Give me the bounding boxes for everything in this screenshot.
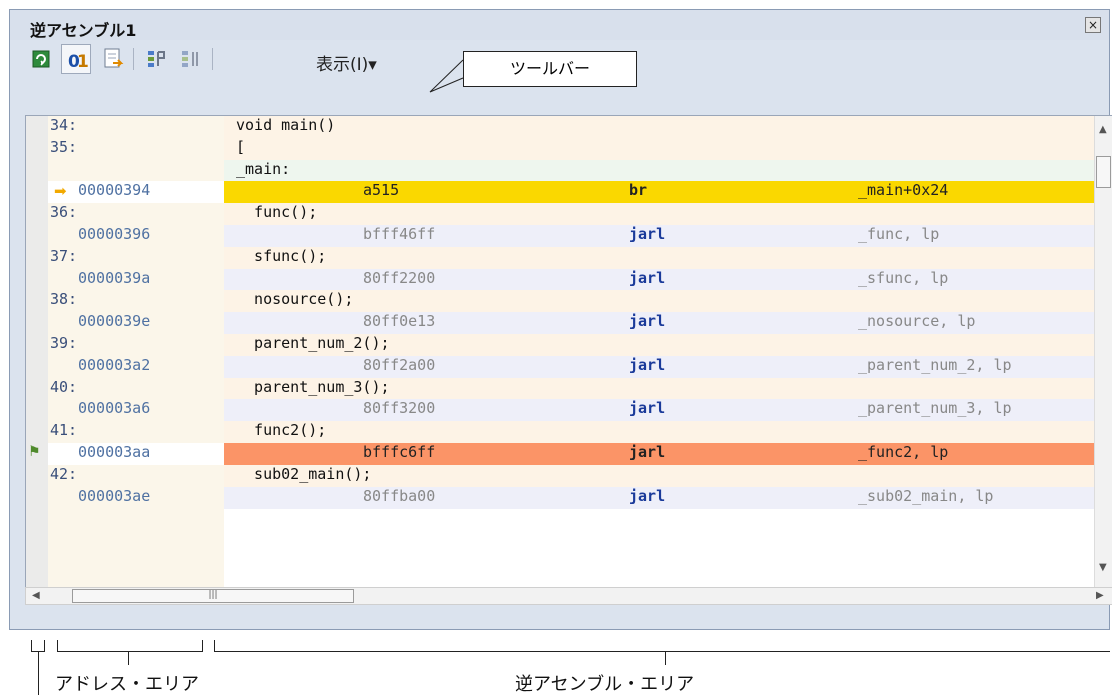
bracket-line <box>128 651 129 665</box>
opcode: bfffc6ff <box>363 443 436 461</box>
line-number: 38: <box>50 290 78 309</box>
source-text: void main() <box>236 116 336 134</box>
row-background <box>224 421 1094 444</box>
line-number: 41: <box>50 421 78 440</box>
bracket-line <box>57 651 203 652</box>
source-row[interactable]: 42: sub02_main(); <box>26 464 1094 487</box>
opcode: 80ff3200 <box>363 399 436 418</box>
source-row[interactable]: 35: [ <box>26 137 1094 160</box>
address: 000003aa <box>78 443 151 461</box>
disassembly-area-label: 逆アセンブル・エリア <box>515 674 695 695</box>
row-background <box>224 246 1094 269</box>
label-row[interactable]: _main: <box>26 159 1094 182</box>
current-pc-arrow-icon: ➡ <box>54 182 67 201</box>
instruction-row[interactable]: 0000039e 80ff0e13 jarl _nosource, lp <box>26 312 1094 335</box>
address: 00000394 <box>78 181 151 200</box>
operand: _sfunc, lp <box>858 268 949 287</box>
scroll-right-arrow-icon[interactable]: ▶ <box>1096 590 1104 601</box>
scroll-left-arrow-icon[interactable]: ◀ <box>32 590 40 601</box>
line-number: 37: <box>50 246 78 265</box>
address: 00000396 <box>78 225 151 243</box>
address: 000003a6 <box>78 399 151 418</box>
mnemonic: jarl <box>629 312 666 331</box>
bracket-line <box>665 651 666 665</box>
vertical-scroll-thumb[interactable] <box>1096 156 1111 188</box>
line-number: 34: <box>50 116 78 134</box>
address: 0000039e <box>78 312 151 331</box>
row-background <box>224 181 1094 204</box>
bracket-line <box>202 640 203 652</box>
operand: _main+0x24 <box>858 181 949 200</box>
scroll-up-arrow-icon[interactable]: ▲ <box>1099 124 1107 135</box>
source-row[interactable]: 41: func2(); <box>26 421 1094 444</box>
bracket-line <box>44 640 45 652</box>
source-row[interactable]: 40: parent_num_3(); <box>26 377 1094 400</box>
row-background <box>224 159 1094 182</box>
instruction-row[interactable]: 00000396 bfff46ff jarl _func, lp <box>26 225 1094 247</box>
bracket-line <box>214 651 1110 652</box>
symbol-label: _main: <box>236 159 291 178</box>
source-row[interactable]: 37: sfunc(); <box>26 246 1094 269</box>
breakpoint-icon[interactable]: ⚑ <box>28 444 41 460</box>
line-number: 35: <box>50 137 78 156</box>
mnemonic: jarl <box>629 225 666 243</box>
opcode: bfff46ff <box>363 225 436 243</box>
opcode: a515 <box>363 181 400 200</box>
operand: _sub02_main, lp <box>858 486 994 505</box>
source-row[interactable]: 38: nosource(); <box>26 290 1094 313</box>
source-text: nosource(); <box>236 290 354 309</box>
disassembly-view[interactable]: 34: void main() 35: [ _main: 00000394 a515 br _m… <box>25 115 1112 597</box>
vertical-scrollbar[interactable]: ▲ ▼ <box>1094 116 1112 596</box>
line-number: 40: <box>50 377 78 396</box>
instruction-row[interactable]: 000003aa bfffc6ff jarl _func2, lp ⚑ <box>26 443 1094 465</box>
opcode: 80ff2a00 <box>363 355 436 374</box>
source-text: func(); <box>236 203 318 222</box>
source-row[interactable]: 34: void main() <box>26 116 1094 138</box>
row-background <box>224 203 1094 226</box>
source-row[interactable]: 36: func(); <box>26 203 1094 226</box>
source-text: sfunc(); <box>236 246 327 265</box>
source-text: sub02_main(); <box>236 464 372 483</box>
mnemonic: jarl <box>629 399 666 418</box>
opcode: 80ffba00 <box>363 486 436 505</box>
row-background <box>224 290 1094 313</box>
source-text: parent_num_2(); <box>236 334 390 352</box>
toolbar-callout: ツールバー <box>463 51 637 87</box>
operand: _parent_num_3, lp <box>858 399 1012 418</box>
address: 000003ae <box>78 486 151 505</box>
mnemonic: jarl <box>629 268 666 287</box>
address: 000003a2 <box>78 355 151 374</box>
instruction-row[interactable]: 000003a6 80ff3200 jarl _parent_num_3, lp <box>26 399 1094 422</box>
operand: _func2, lp <box>858 443 949 461</box>
line-number: 42: <box>50 464 78 483</box>
instruction-row[interactable]: 00000394 a515 br _main+0x24 ➡ <box>26 181 1094 204</box>
mnemonic: jarl <box>629 355 666 374</box>
disassemble-panel: 逆アセンブル1 × 0 1 表示(I)▾ ツールバー 34: void main… <box>9 9 1112 630</box>
operand: _func, lp <box>858 225 940 243</box>
operand: _parent_num_2, lp <box>858 355 1012 374</box>
row-background <box>224 137 1094 160</box>
instruction-row[interactable]: 000003ae 80ffba00 jarl _sub02_main, lp <box>26 486 1094 509</box>
opcode: 80ff2200 <box>363 268 436 287</box>
source-text: [ <box>236 137 246 156</box>
source-text: parent_num_3(); <box>236 377 390 396</box>
line-number: 36: <box>50 203 78 222</box>
source-text: func2(); <box>236 421 327 440</box>
opcode: 80ff0e13 <box>363 312 436 331</box>
horizontal-scrollbar[interactable]: ◀ ||| ▶ <box>25 587 1112 605</box>
horizontal-scroll-thumb[interactable]: ||| <box>72 589 354 603</box>
instruction-row[interactable]: 000003a2 80ff2a00 jarl _parent_num_2, lp <box>26 355 1094 378</box>
mnemonic: br <box>629 181 648 200</box>
bracket-line <box>38 651 39 695</box>
operand: _nosource, lp <box>858 312 976 331</box>
source-row[interactable]: 39: parent_num_2(); <box>26 334 1094 356</box>
instruction-row[interactable]: 0000039a 80ff2200 jarl _sfunc, lp <box>26 268 1094 291</box>
scroll-down-arrow-icon[interactable]: ▼ <box>1099 562 1107 573</box>
line-number: 39: <box>50 334 78 352</box>
mnemonic: jarl <box>629 486 666 505</box>
address-area-label: アドレス・エリア <box>55 674 199 695</box>
row-background <box>224 116 1094 138</box>
mnemonic: jarl <box>629 443 666 461</box>
address: 0000039a <box>78 268 151 287</box>
